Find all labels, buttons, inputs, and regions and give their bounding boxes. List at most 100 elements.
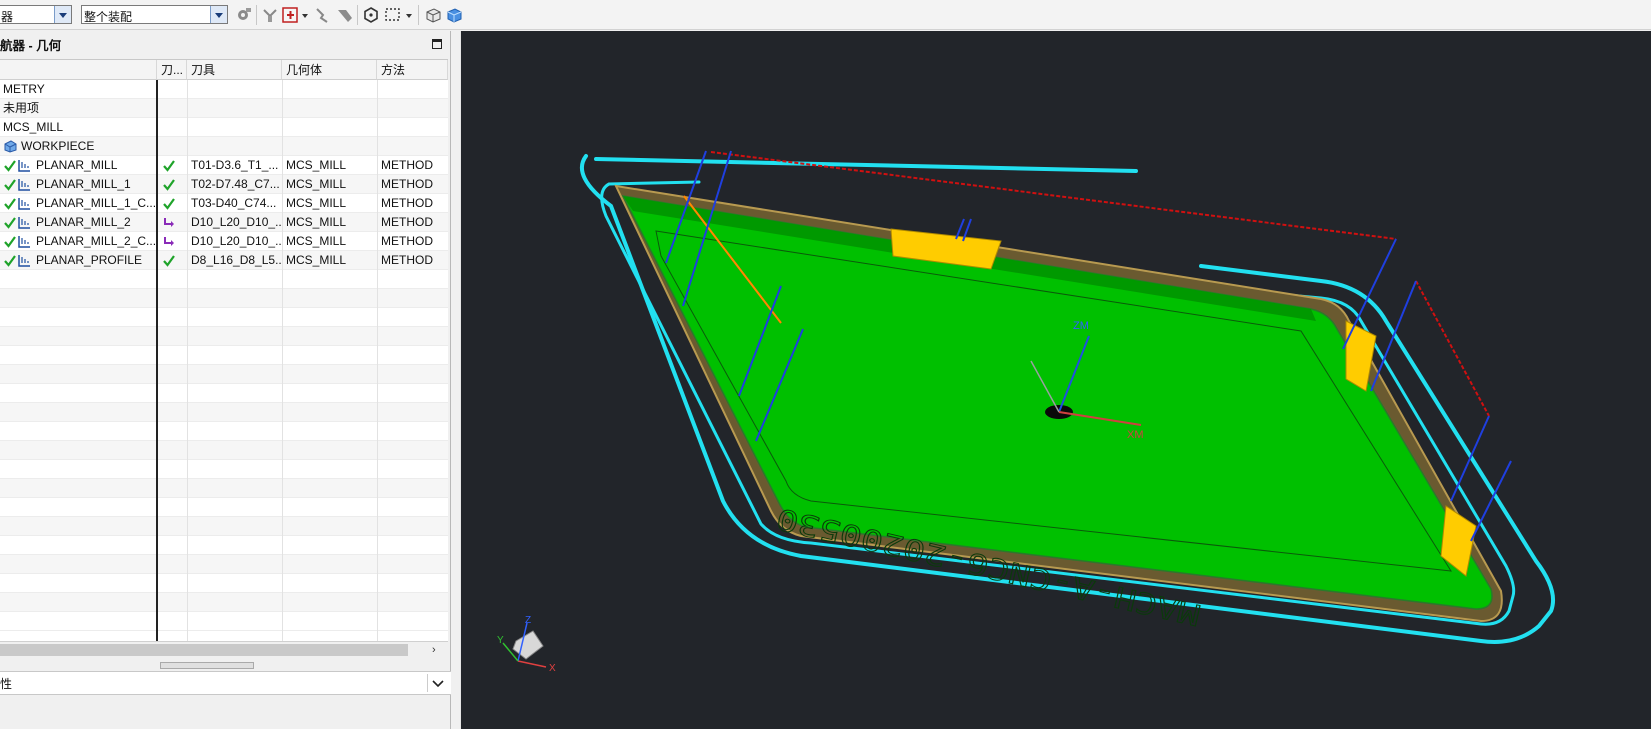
geometry-cell — [286, 80, 376, 99]
details-section-header[interactable]: 性 — [0, 671, 451, 695]
geometry-cell — [286, 99, 376, 118]
operation-navigator-panel: 航器 - 几何 刀... 刀具 几何体 方法 METRY 未用项 MCS_MILL WORKP… — [0, 31, 451, 729]
check-icon — [4, 217, 16, 229]
geometry-cell: MCS_MILL — [286, 196, 347, 210]
method-cell: METHOD — [381, 177, 433, 191]
method-cell — [381, 99, 447, 118]
empty-row — [0, 289, 448, 308]
empty-row — [0, 422, 448, 441]
empty-row — [0, 536, 448, 555]
empty-row — [0, 498, 448, 517]
dropdown-arrow-icon[interactable] — [300, 6, 310, 24]
operation-name: 未用项 — [3, 101, 40, 115]
filter-combo-value: 器 — [1, 10, 14, 24]
operation-name: PLANAR_MILL_1_C... — [36, 196, 155, 210]
table-row[interactable]: MCS_MILL — [0, 118, 448, 137]
geometry-cell — [286, 137, 376, 156]
column-header[interactable]: 刀具 — [187, 60, 282, 80]
method-cell — [381, 137, 447, 156]
maximize-icon[interactable] — [432, 39, 442, 49]
complete-check-icon — [163, 179, 175, 191]
operation-name: PLANAR_MILL_2 — [36, 215, 131, 229]
method-cell: METHOD — [381, 158, 433, 172]
tool-cell: T02-D7.48_C7... — [191, 177, 280, 191]
complete-check-icon — [163, 255, 175, 267]
toolbar: 器 整个装配 — [0, 0, 1651, 30]
zm-label: ZM — [1073, 320, 1089, 332]
empty-row — [0, 270, 448, 289]
hexagon-icon[interactable] — [362, 6, 380, 24]
scroll-right-icon[interactable]: › — [432, 644, 436, 656]
chevron-down-icon[interactable] — [210, 6, 227, 23]
graphics-viewport[interactable]: MACH-A-CNC6-20200530 ZM XM X Z Y — [460, 31, 1651, 729]
view-triad[interactable]: X Z Y — [497, 615, 556, 674]
column-header[interactable]: 几何体 — [282, 60, 377, 80]
tool-path-icon[interactable] — [262, 6, 280, 24]
check-icon — [4, 255, 16, 267]
scope-combo[interactable]: 整个装配 — [81, 5, 228, 24]
geometry-cell: MCS_MILL — [286, 215, 347, 229]
table-row[interactable]: METRY — [0, 80, 448, 99]
table-row[interactable]: PLANAR_PROFILE D8_L16_D8_L5... MCS_MILL MET… — [0, 251, 448, 270]
tool-cell — [191, 99, 281, 118]
empty-row — [0, 327, 448, 346]
empty-row — [0, 555, 448, 574]
table-row[interactable]: PLANAR_MILL T01-D3.6_T1_... MCS_MILL METHOD — [0, 156, 448, 175]
geometry-cell: MCS_MILL — [286, 177, 347, 191]
column-header[interactable]: 刀... — [157, 60, 187, 80]
empty-row — [0, 460, 448, 479]
filter-combo[interactable]: 器 — [0, 5, 72, 24]
method-cell — [381, 80, 447, 99]
cube-view-icon[interactable] — [445, 6, 463, 24]
table-row[interactable]: 未用项 — [0, 99, 448, 118]
regenerate-arrow-icon — [164, 237, 174, 246]
dropdown-arrow-icon[interactable] — [404, 6, 414, 24]
scope-combo-value: 整个装配 — [84, 10, 133, 24]
gear-icon[interactable] — [234, 6, 252, 24]
chevron-down-icon[interactable] — [427, 674, 448, 692]
tool-cell — [191, 118, 281, 137]
geometry-cell: MCS_MILL — [286, 234, 347, 248]
panel-splitter[interactable] — [160, 662, 254, 669]
table-row[interactable]: PLANAR_MILL_2 D10_L20_D10_... MCS_MILL METH… — [0, 213, 448, 232]
empty-row — [0, 593, 448, 612]
complete-check-icon — [163, 160, 175, 172]
pointer-icon[interactable] — [314, 6, 332, 24]
box-view-icon[interactable] — [424, 6, 442, 24]
empty-row — [0, 403, 448, 422]
column-header[interactable]: 方法 — [377, 60, 448, 80]
tool-cell: D10_L20_D10_... — [191, 215, 281, 229]
column-header[interactable] — [0, 60, 157, 80]
check-icon — [4, 179, 16, 191]
table-row[interactable]: PLANAR_MILL_1 T02-D7.48_C7... MCS_MILL METH… — [0, 175, 448, 194]
empty-row — [0, 384, 448, 403]
empty-row — [0, 574, 448, 593]
regenerate-arrow-icon — [164, 218, 174, 227]
select-rect-icon[interactable] — [384, 6, 402, 24]
operation-name: METRY — [3, 82, 45, 96]
tool-cell — [191, 80, 281, 99]
chevron-down-icon[interactable] — [54, 6, 71, 23]
operation-icon — [18, 198, 30, 210]
check-icon — [4, 198, 16, 210]
operation-name: PLANAR_PROFILE — [36, 253, 143, 267]
operation-name: MCS_MILL — [3, 120, 64, 134]
operation-name: PLANAR_MILL — [36, 158, 118, 172]
geometry-cell — [286, 118, 376, 137]
operation-icon — [18, 179, 30, 191]
table-row[interactable]: PLANAR_MILL_2_C... D10_L20_D10_... MCS_MIL… — [0, 232, 448, 251]
table-row[interactable]: WORKPIECE — [0, 137, 448, 156]
empty-row — [0, 365, 448, 384]
operation-icon — [18, 160, 30, 172]
table-row[interactable]: PLANAR_MILL_1_C... T03-D40_C74... MCS_MILL… — [0, 194, 448, 213]
operation-icon[interactable] — [282, 6, 300, 24]
operation-name: PLANAR_MILL_1 — [36, 177, 131, 191]
hand-icon[interactable] — [336, 6, 354, 24]
scrollbar-thumb[interactable] — [0, 644, 408, 656]
geometry-cell: MCS_MILL — [286, 253, 347, 267]
method-cell: METHOD — [381, 196, 433, 210]
check-icon — [4, 160, 16, 172]
empty-row — [0, 308, 448, 327]
horizontal-scrollbar[interactable]: › — [0, 641, 448, 659]
triad-y-label: Y — [497, 635, 504, 646]
